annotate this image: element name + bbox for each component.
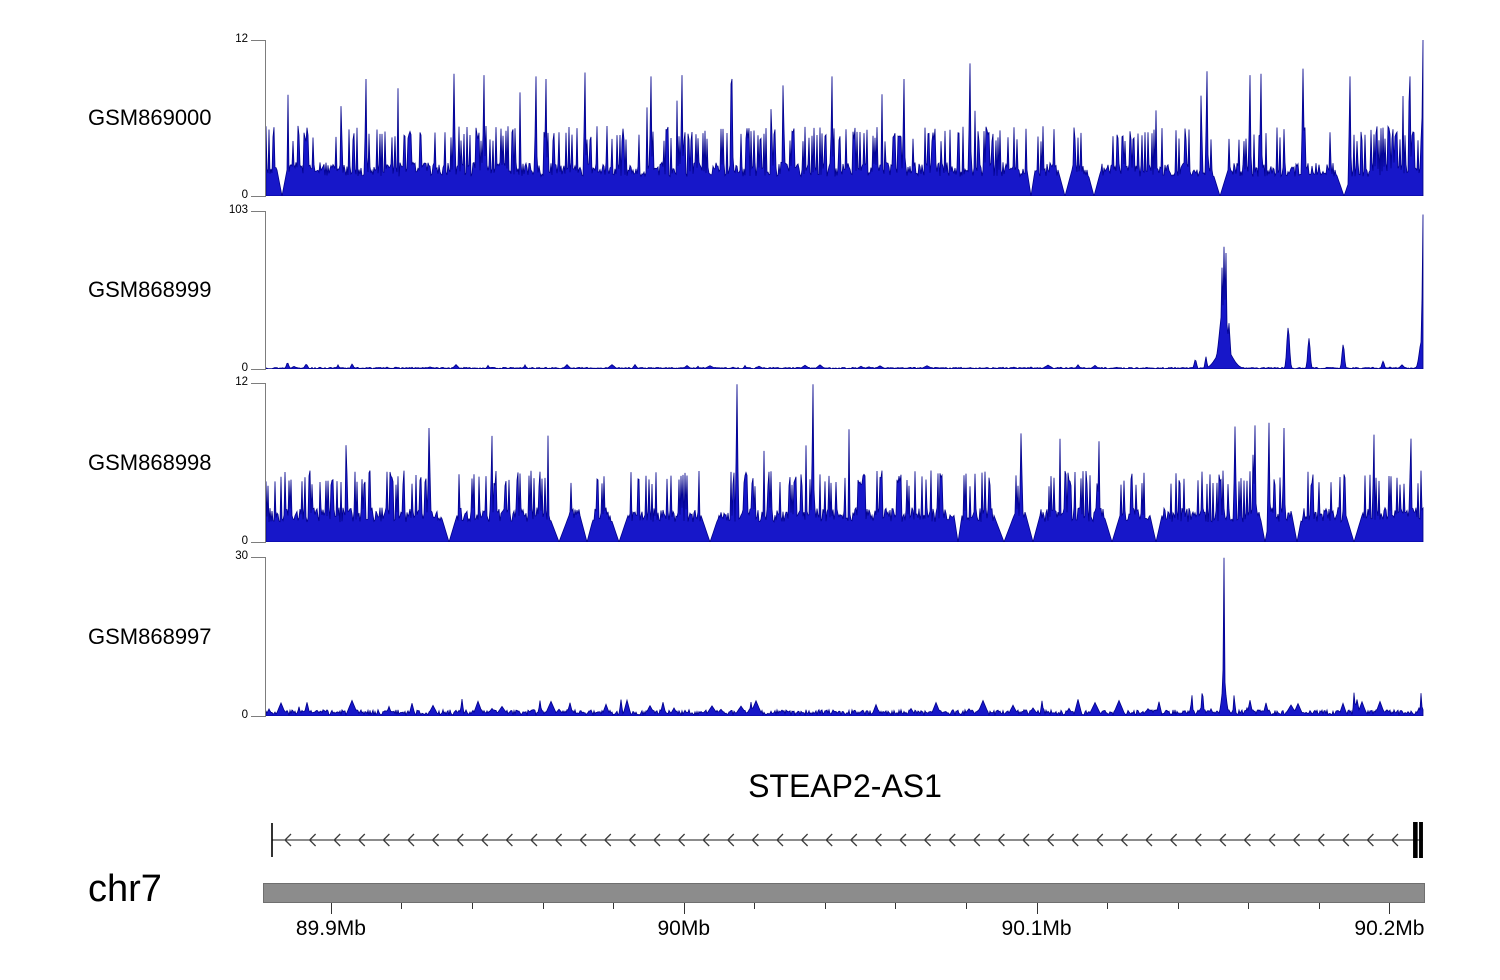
y-axis-bottom-tick	[251, 196, 266, 197]
axis-tick-label: 90.1Mb	[967, 916, 1107, 941]
y-axis-max-label: 103	[158, 205, 248, 217]
coverage-area	[266, 384, 1423, 542]
axis-tick-label: 90.2Mb	[1319, 916, 1459, 941]
y-axis-zero-label: 0	[158, 363, 248, 375]
y-axis-bottom-tick	[251, 542, 266, 543]
data-track-row-GSM868997: GSM868997 30 0	[0, 557, 1500, 716]
genome-browser-figure: GSM869000 12 0 GSM868999 103 0 GSM868998…	[0, 0, 1500, 980]
y-axis-top-tick	[251, 211, 266, 212]
gene-start-boundary	[271, 823, 273, 857]
coverage-area	[266, 40, 1423, 196]
chromosome-label: chr7	[88, 870, 162, 908]
data-track-row-GSM869000: GSM869000 12 0	[0, 40, 1500, 196]
y-axis-bottom-tick	[251, 369, 266, 370]
y-axis-top-tick	[251, 557, 266, 558]
y-axis-zero-label: 0	[158, 536, 248, 548]
y-axis-bottom-tick	[251, 716, 266, 717]
genome-axis-ticks	[266, 903, 1424, 919]
y-axis-zero-label: 0	[158, 190, 248, 202]
y-axis-max-label: 30	[158, 551, 248, 563]
y-axis-top-tick	[251, 40, 266, 41]
coverage-signal	[266, 383, 1424, 542]
data-track-row-GSM868998: GSM868998 12 0	[0, 383, 1500, 542]
track-name-label: GSM868999	[88, 279, 212, 301]
gene-name-label: STEAP2-AS1	[266, 770, 1424, 802]
gene-exon	[1413, 822, 1418, 858]
track-name-label: GSM868997	[88, 626, 212, 648]
gene-model-track	[266, 806, 1424, 874]
track-name-label: GSM868998	[88, 452, 212, 474]
axis-tick-label: 89.9Mb	[261, 916, 401, 941]
coverage-signal	[266, 557, 1424, 716]
coverage-area	[266, 215, 1423, 370]
y-axis-zero-label: 0	[158, 710, 248, 722]
chromosome-ideogram-bar	[263, 883, 1425, 903]
y-axis-top-tick	[251, 383, 266, 384]
y-axis-max-label: 12	[158, 34, 248, 46]
gene-exon	[1419, 822, 1423, 858]
coverage-area	[266, 558, 1423, 716]
data-track-row-GSM868999: GSM868999 103 0	[0, 211, 1500, 369]
track-name-label: GSM869000	[88, 107, 212, 129]
coverage-signal	[266, 40, 1424, 196]
coverage-signal	[266, 211, 1424, 369]
axis-tick-label: 90Mb	[614, 916, 754, 941]
y-axis-max-label: 12	[158, 377, 248, 389]
